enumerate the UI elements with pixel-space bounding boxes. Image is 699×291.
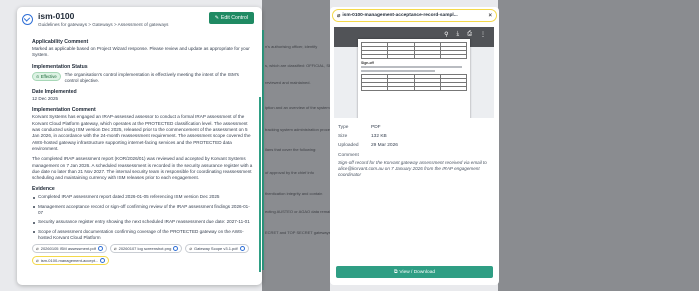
control-dialog: ism-0100 Guidelines for gateways > Gatew…: [17, 7, 262, 285]
attachment-name: 20260107 log screenshot.png: [118, 246, 172, 252]
more-icon[interactable]: ⋮: [480, 31, 486, 38]
applicability-heading: Applicability Comment: [32, 39, 89, 45]
shield-check-icon: [22, 14, 33, 25]
paperclip-icon: ⌀: [36, 245, 39, 251]
applicability-text: Marked as applicable based on Project Wi…: [32, 46, 250, 58]
bg-row: ilans that cover the following:: [265, 147, 317, 152]
status-badge-label: Effective: [40, 73, 57, 79]
meta-size-value: 132 KB: [371, 134, 387, 139]
bg-row: s, which are classified: OFFICIAL, SE: [265, 63, 332, 68]
close-icon[interactable]: ×: [488, 13, 492, 19]
paperclip-icon: ⌀: [189, 245, 193, 251]
file-metadata: Type PDF Size 132 KB Uploaded 29 Mar 202…: [338, 123, 493, 179]
document-viewer[interactable]: ⚲ ⤓ ⎙ ⋮ Sign-off: [334, 27, 494, 118]
download-icon[interactable]: ⤓: [457, 31, 460, 38]
edit-control-button[interactable]: ✎ Edit Control: [208, 12, 254, 24]
viewer-tools: ⚲ ⤓ ⎙ ⋮: [444, 31, 486, 38]
bg-row: thentication integrity and contain: [265, 191, 323, 196]
document-line: [361, 66, 462, 68]
meta-type-label: Type: [338, 125, 349, 130]
meta-uploaded-value: 29 Mar 2026: [371, 143, 398, 148]
bg-row: tracking system administration procedure…: [265, 127, 340, 132]
attachment-name: 20260105 ISM assessment.pdf: [40, 246, 96, 252]
dialog-header: ism-0100 Guidelines for gateways > Gatew…: [17, 7, 262, 33]
attachment-chip[interactable]: ⌀ Gateway Scope v3.1.pdf: [185, 244, 249, 254]
status-text: The organisation's control implementatio…: [64, 71, 239, 83]
meta-uploaded: Uploaded 29 Mar 2026: [338, 141, 493, 150]
meta-type: Type PDF: [338, 123, 493, 132]
scroll-accent: [262, 30, 264, 270]
check-icon: [100, 258, 106, 264]
bg-row: of approval by the chief info: [265, 170, 314, 175]
attachment-name: ism-0100-management-accept...: [40, 258, 99, 264]
meta-comment-text: Sign-off record for the Korvant gateway …: [338, 160, 487, 178]
pencil-icon: ✎: [214, 15, 219, 21]
edit-control-label: Edit Control: [220, 15, 248, 21]
evidence-heading: Evidence: [32, 186, 55, 193]
document-heading: Sign-off: [361, 61, 374, 65]
background-right: [498, 0, 699, 291]
paperclip-icon: ⌀: [36, 257, 39, 263]
bg-row: reviewed and maintained.: [265, 80, 311, 85]
implementation-comment-p1: Korvant Systems has engaged an IRAP-asse…: [32, 114, 251, 151]
control-id: ism-0100: [38, 11, 75, 21]
view-download-button[interactable]: ⧉ View / Download: [336, 266, 493, 278]
background-strip: n's authorising officer, identify s, whi…: [262, 0, 346, 291]
attachment-preview-panel: ⌀ ism-0100-management-acceptance-record-…: [330, 7, 499, 285]
evidence-item: Management acceptance record or sign-off…: [32, 204, 254, 217]
meta-uploaded-label: Uploaded: [338, 143, 359, 148]
check-icon: [239, 246, 245, 252]
evidence-item: Security assurance register entry showin…: [32, 219, 254, 225]
preview-file-name: ism-0100-management-acceptance-record-sa…: [342, 13, 458, 18]
attachment-chip[interactable]: ⌀ 20260107 log screenshot.png: [109, 244, 183, 254]
implementation-comment-heading: Implementation Comment: [32, 107, 96, 114]
check-icon: [97, 246, 103, 252]
preview-title-bar: ⌀ ism-0100-management-acceptance-record-…: [332, 9, 497, 22]
attachment-chip[interactable]: ⌀ 20260105 ISM assessment.pdf: [32, 244, 107, 254]
attachment-chip-selected[interactable]: ⌀ ism-0100-management-accept...: [32, 256, 110, 266]
evidence-list: Completed IRAP assessment report dated 2…: [32, 194, 254, 241]
attachment-list: ⌀ 20260105 ISM assessment.pdf ⌀ 20260107…: [32, 244, 254, 266]
external-link-icon: ⧉: [393, 270, 398, 275]
paperclip-icon: ⌀: [113, 245, 117, 251]
evidence-item: Scope of assessment documentation confir…: [32, 229, 254, 242]
date-heading: Date Implemented: [32, 89, 77, 96]
document-page: Sign-off: [358, 39, 470, 118]
paperclip-icon: ⌀: [337, 12, 341, 19]
bg-row: iption and an overview of the system pur: [265, 105, 337, 110]
status-badge: ⊙ Effective: [32, 71, 61, 81]
date-value: 12 Dec 2025: [32, 96, 59, 102]
bg-row: n's authorising officer, identify: [265, 44, 318, 49]
view-download-label: View / Download: [399, 269, 436, 275]
attachment-name: Gateway Scope v3.1.pdf: [194, 246, 238, 252]
meta-comment-label: Comment: [338, 153, 359, 158]
meta-size-label: Size: [338, 134, 348, 139]
breadcrumb: Guidelines for gateways > Gateways > Ass…: [38, 22, 169, 27]
print-icon[interactable]: ⎙: [467, 31, 472, 38]
zoom-icon[interactable]: ⚲: [444, 31, 448, 38]
implementation-status-heading: Implementation Status: [32, 63, 88, 70]
evidence-item: Completed IRAP assessment report dated 2…: [32, 194, 254, 200]
document-table: [360, 42, 468, 59]
implementation-status: ⊙ Effective The organisation's control i…: [32, 71, 254, 85]
dialog-body[interactable]: Applicability Comment Marked as applicab…: [17, 34, 262, 285]
meta-type-value: PDF: [371, 125, 381, 130]
document-line: [361, 70, 436, 72]
implementation-comment-p2: The completed IRAP assessment report (KO…: [32, 156, 253, 181]
meta-size: Size 132 KB: [338, 132, 493, 141]
check-icon: [173, 246, 179, 252]
scrollbar[interactable]: [259, 97, 261, 272]
document-table: [360, 74, 468, 91]
